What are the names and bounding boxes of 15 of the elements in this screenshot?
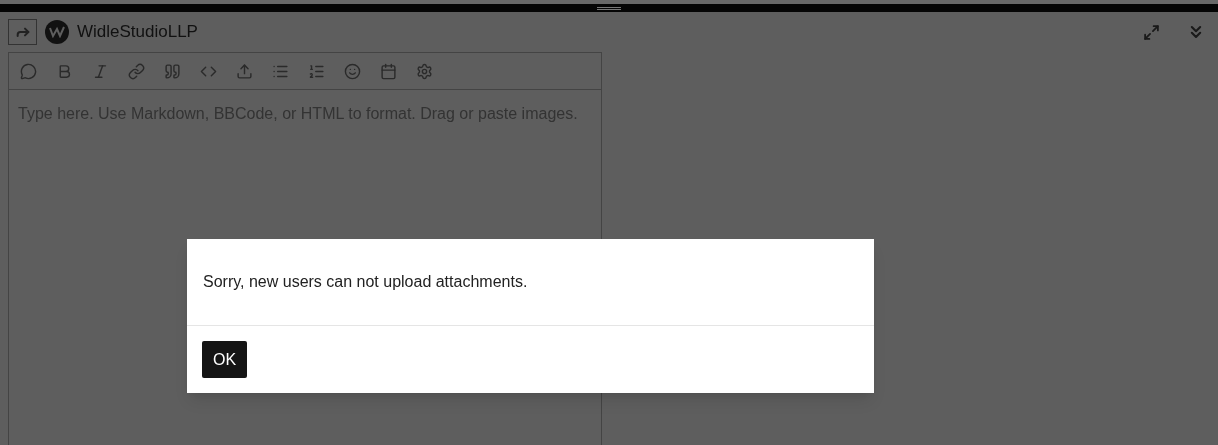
reply-button[interactable]: [8, 19, 37, 45]
expand-icon[interactable]: [1143, 23, 1160, 41]
ok-button[interactable]: OK: [202, 341, 248, 378]
dialog-message: Sorry, new users can not upload attachments.: [203, 272, 528, 292]
settings-icon[interactable]: [416, 62, 433, 80]
logo-icon: [45, 20, 69, 44]
italic-icon[interactable]: [92, 62, 109, 80]
speech-bubble-icon[interactable]: [20, 62, 37, 80]
numbered-list-icon[interactable]: [308, 62, 325, 80]
link-icon[interactable]: [128, 62, 145, 80]
smiley-icon[interactable]: [344, 62, 361, 80]
upload-icon[interactable]: [236, 62, 253, 80]
composer-title: WidleStudioLLP: [77, 21, 198, 44]
quote-icon[interactable]: [164, 62, 181, 80]
calendar-icon[interactable]: [380, 62, 397, 80]
